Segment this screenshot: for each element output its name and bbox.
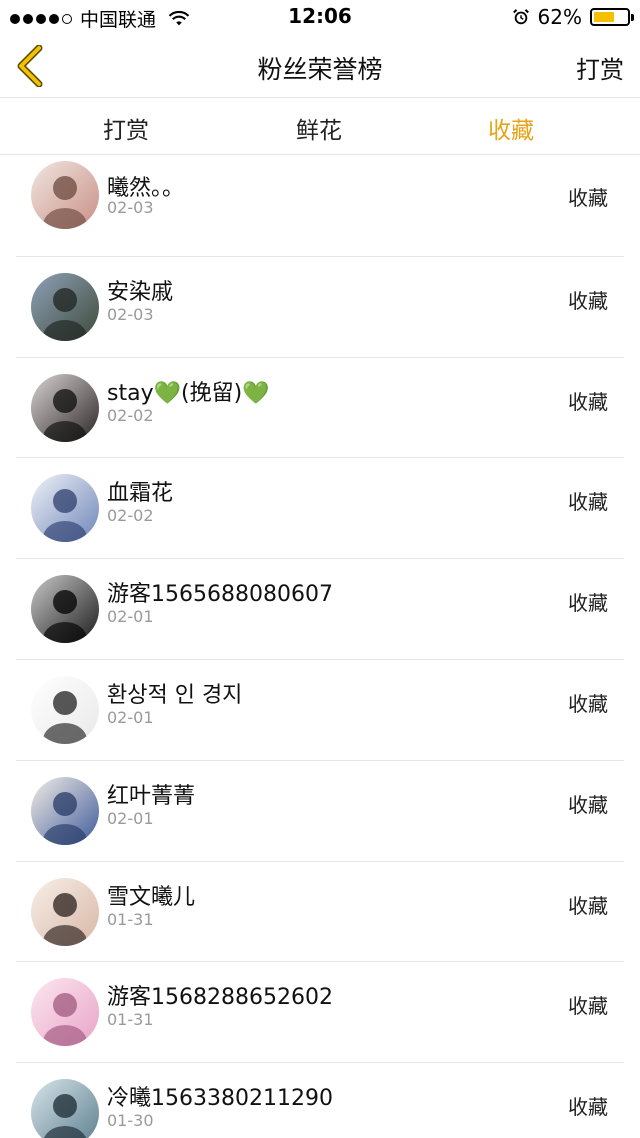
- user-name: 冷曦1563380211290: [107, 1086, 333, 1112]
- alarm-icon: [512, 9, 529, 25]
- date-label: 02-02: [107, 405, 154, 425]
- tab-bar: 打赏 鲜花 收藏: [0, 99, 640, 155]
- nav-bar: 粉丝荣誉榜 打赏: [0, 34, 640, 98]
- avatar[interactable]: [31, 161, 99, 229]
- date-label: 02-03: [107, 198, 154, 217]
- favorite-label: 收藏: [568, 893, 608, 918]
- tab-favorites[interactable]: 收藏: [451, 111, 571, 145]
- user-name: 血霜花: [107, 481, 174, 507]
- user-name: 游客1565688080607: [107, 582, 333, 608]
- list-item[interactable]: 游客1568288652602 01-31 收藏: [16, 962, 624, 1064]
- user-name: stay💚(挽留)💚: [107, 380, 270, 406]
- date-label: 02-02: [107, 506, 154, 526]
- date-label: 01-31: [107, 909, 154, 929]
- battery-fill: [594, 12, 614, 22]
- status-bar: 中国联通 12:06 62%: [0, 0, 640, 34]
- favorite-label: 收藏: [568, 186, 608, 210]
- battery-icon: [590, 8, 634, 26]
- page-title: 粉丝荣誉榜: [257, 55, 383, 84]
- avatar[interactable]: [31, 474, 99, 543]
- user-name: 游客1568288652602: [107, 985, 333, 1011]
- favorite-label: 收藏: [568, 691, 608, 716]
- avatar[interactable]: [31, 776, 99, 845]
- list-item[interactable]: 曦然。。 02-03 收藏: [16, 156, 624, 257]
- avatar[interactable]: [31, 877, 99, 946]
- user-name: 雪文曦儿: [107, 884, 196, 910]
- list-item[interactable]: 환상적 인 경지 02-01 收藏: [16, 660, 624, 761]
- user-name: 安染戚: [107, 279, 174, 305]
- list-item[interactable]: 雪文曦儿 01-31 收藏: [16, 862, 624, 963]
- date-label: 02-01: [107, 707, 154, 727]
- favorite-label: 收藏: [568, 1095, 608, 1120]
- list-item[interactable]: 红叶菁菁 02-01 收藏: [16, 761, 624, 862]
- list-item[interactable]: 冷曦1563380211290 01-30 收藏: [16, 1063, 624, 1138]
- user-name: 红叶菁菁: [107, 783, 196, 809]
- favorite-label: 收藏: [568, 792, 608, 817]
- status-right: 62%: [512, 5, 634, 29]
- avatar[interactable]: [31, 978, 99, 1047]
- date-label: 02-01: [107, 808, 154, 828]
- favorite-label: 收藏: [568, 389, 608, 414]
- date-label: 02-01: [107, 607, 154, 627]
- reward-button[interactable]: 打赏: [576, 50, 624, 85]
- avatar[interactable]: [31, 575, 99, 644]
- favorite-label: 收藏: [568, 288, 608, 313]
- tab-flowers[interactable]: 鲜花: [259, 111, 379, 145]
- list-item[interactable]: 血霜花 02-02 收藏: [16, 458, 624, 560]
- favorite-label: 收藏: [568, 490, 608, 515]
- favorite-label: 收藏: [568, 591, 608, 616]
- battery-percent: 62%: [537, 5, 582, 29]
- list-item[interactable]: stay💚(挽留)💚 02-02 收藏: [16, 358, 624, 459]
- date-label: 01-30: [107, 1111, 154, 1131]
- list-item[interactable]: 游客1565688080607 02-01 收藏: [16, 559, 624, 660]
- favorite-label: 收藏: [568, 994, 608, 1019]
- date-label: 01-31: [107, 1010, 154, 1030]
- avatar[interactable]: [31, 272, 99, 341]
- list-item[interactable]: 安染戚 02-03 收藏: [16, 257, 624, 358]
- avatar[interactable]: [31, 675, 99, 744]
- avatar[interactable]: [31, 1079, 99, 1138]
- fan-list: 曦然。。 02-03 收藏 安染戚 02-03 收藏 stay💚(挽留)💚 02-02 收藏 血霜…: [0, 156, 640, 1138]
- date-label: 02-03: [107, 304, 154, 324]
- screen: 中国联通 12:06 62% 粉丝荣誉榜 打赏 打赏 鲜花 收藏 曦然。。 02…: [0, 0, 640, 1138]
- tab-reward[interactable]: 打赏: [66, 111, 186, 145]
- avatar[interactable]: [31, 373, 99, 442]
- user-name: 환상적 인 경지: [107, 682, 243, 708]
